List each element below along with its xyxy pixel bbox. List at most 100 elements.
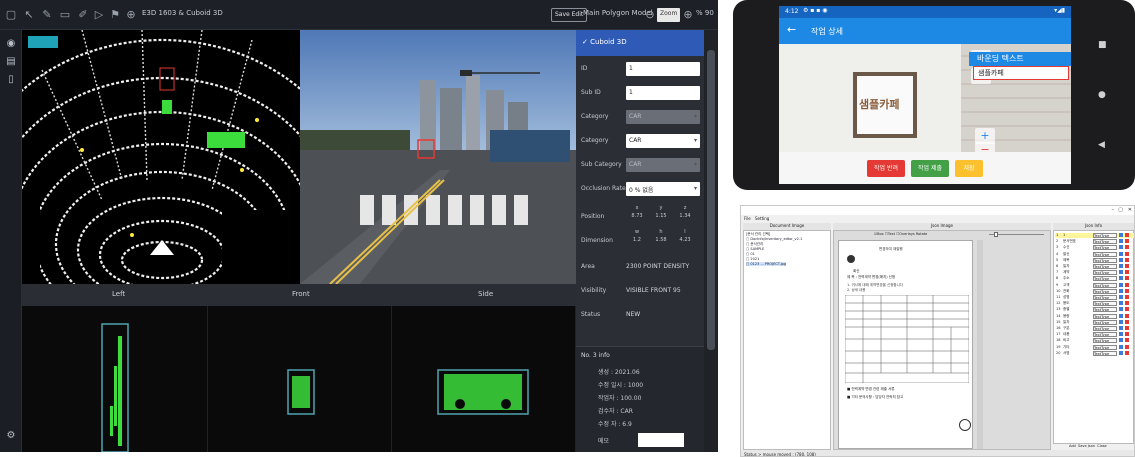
json-row[interactable]: 14 용량 TextType: [1055, 313, 1134, 319]
row-type-select[interactable]: TextType: [1093, 344, 1117, 350]
json-row[interactable]: 19 기타 TextType: [1055, 344, 1134, 350]
json-row[interactable]: 16 구분 TextType: [1055, 326, 1134, 331]
zoom-slider-handle[interactable]: [994, 232, 998, 237]
square-icon[interactable]: ▢: [4, 8, 18, 22]
row-type-select[interactable]: TextType: [1093, 276, 1117, 282]
delete-icon[interactable]: [1125, 350, 1129, 355]
json-row[interactable]: 13 종별 TextType: [1055, 307, 1134, 313]
row-key[interactable]: 전화: [1063, 289, 1089, 294]
dimension-l[interactable]: 4.23: [679, 237, 690, 243]
back-nav-icon[interactable]: ◀: [1098, 140, 1105, 150]
delete-icon[interactable]: [1125, 332, 1129, 337]
row-type-select[interactable]: TextType: [1093, 251, 1117, 257]
row-type-select[interactable]: TextType: [1093, 270, 1117, 276]
edit-icon[interactable]: [1119, 282, 1123, 287]
edit-icon[interactable]: [1119, 301, 1123, 306]
delete-icon[interactable]: [1125, 276, 1129, 281]
json-row[interactable]: 3 수신 TextType: [1055, 245, 1134, 251]
edit-icon[interactable]: [1119, 319, 1123, 324]
brush-icon[interactable]: ✐: [76, 8, 90, 22]
row-key[interactable]: 고객: [1063, 283, 1089, 288]
row-key[interactable]: 일자: [1063, 264, 1089, 269]
delete-icon[interactable]: [1125, 251, 1129, 256]
edit-icon[interactable]: [1119, 288, 1123, 293]
row-type-select[interactable]: TextType: [1093, 264, 1117, 269]
arrow-left-icon[interactable]: ←: [787, 23, 796, 36]
tree-item[interactable]: ▢ DocInfo/Inventory_edtor_v2.1: [746, 237, 802, 241]
row-key[interactable]: 발신: [1063, 252, 1089, 257]
delete-icon[interactable]: [1125, 295, 1129, 299]
edit-icon[interactable]: [1119, 307, 1123, 312]
row-key[interactable]: 기타: [1063, 345, 1089, 350]
edit-icon[interactable]: [1119, 338, 1123, 343]
square-nav-icon[interactable]: ■: [1098, 40, 1107, 50]
tree-item[interactable]: ▢ SAMPLE: [746, 247, 764, 251]
edit-icon[interactable]: [1119, 233, 1123, 237]
position-y[interactable]: 1.15: [655, 213, 666, 219]
file-icon[interactable]: ▯: [5, 74, 17, 86]
row-type-select[interactable]: TextType: [1093, 239, 1117, 245]
delete-icon[interactable]: [1125, 245, 1129, 250]
row-type-select[interactable]: TextType: [1093, 332, 1117, 338]
delete-icon[interactable]: [1125, 319, 1129, 324]
reject-button[interactable]: 작업 반려: [867, 160, 905, 177]
zoom-input[interactable]: Zoom: [657, 8, 681, 22]
row-key[interactable]: 구분: [1063, 326, 1089, 331]
json-row[interactable]: 2 문서번호 TextType: [1055, 239, 1134, 245]
row-type-select[interactable]: TextType: [1093, 319, 1117, 325]
play-icon[interactable]: ▷: [92, 8, 106, 22]
edit-icon[interactable]: [1119, 344, 1123, 349]
row-key[interactable]: 제목: [1063, 258, 1089, 263]
layers-icon[interactable]: ▤: [5, 56, 17, 68]
row-key[interactable]: 수신: [1063, 245, 1089, 250]
add-button[interactable]: Add: [1069, 444, 1076, 448]
row-type-select[interactable]: TextType: [1093, 350, 1117, 356]
edit-icon[interactable]: [1119, 251, 1123, 256]
save-json-button[interactable]: Save Json: [1078, 444, 1095, 448]
camera-front-view[interactable]: [300, 30, 576, 284]
row-key[interactable]: 내용: [1063, 332, 1089, 337]
json-row[interactable]: 4 발신 TextType: [1055, 251, 1134, 257]
delete-icon[interactable]: [1125, 313, 1129, 318]
position-x[interactable]: 8.73: [631, 213, 642, 219]
settings-icon[interactable]: ⚙: [5, 430, 17, 442]
delete-icon[interactable]: [1125, 239, 1129, 244]
minus-circle-icon[interactable]: ⊖: [643, 8, 657, 22]
submit-button[interactable]: 작업 제출: [911, 160, 949, 177]
minus-icon[interactable]: −: [975, 142, 995, 152]
plus-circle-icon[interactable]: ⊕: [681, 8, 695, 22]
json-row[interactable]: 6 일자 TextType: [1055, 264, 1134, 269]
row-type-select[interactable]: TextType: [1093, 245, 1117, 251]
pen-icon[interactable]: ✎: [40, 8, 54, 22]
json-row[interactable]: 15 일자 TextType: [1055, 319, 1134, 325]
row-key[interactable]: 일자: [1063, 320, 1089, 325]
dimension-h[interactable]: 1.58: [655, 237, 666, 243]
row-key[interactable]: 비고: [1063, 338, 1089, 343]
position-z[interactable]: 1.34: [679, 213, 690, 219]
row-key[interactable]: 종별: [1063, 307, 1089, 312]
delete-icon[interactable]: [1125, 307, 1129, 312]
row-type-select[interactable]: TextType: [1093, 313, 1117, 319]
row-type-select[interactable]: TextType: [1093, 233, 1117, 238]
tree-item-selected[interactable]: ▢ 0123 ... PROJECT.jpg: [746, 262, 787, 266]
menu-file[interactable]: File: [744, 216, 751, 221]
edit-icon[interactable]: [1119, 245, 1123, 250]
left-sub-view[interactable]: [22, 306, 208, 452]
json-row[interactable]: 5 제목 TextType: [1055, 257, 1134, 263]
json-row[interactable]: 18 비고 TextType: [1055, 338, 1134, 344]
row-key[interactable]: 성명: [1063, 295, 1089, 300]
row-type-select[interactable]: TextType: [1093, 338, 1117, 344]
json-row[interactable]: 17 내용 TextType: [1055, 332, 1134, 338]
memo-input[interactable]: [638, 433, 684, 447]
json-row[interactable]: 10 전화 TextType: [1055, 288, 1134, 294]
category-select[interactable]: CAR ▾: [626, 134, 700, 148]
scroll-thumb[interactable]: [707, 50, 715, 350]
tree-item[interactable]: ▢ 2021: [746, 257, 759, 261]
json-row[interactable]: 11 성명 TextType: [1055, 295, 1134, 300]
row-key[interactable]: 주소: [1063, 276, 1089, 281]
dimension-w[interactable]: 1.2: [633, 237, 641, 243]
sub-id-input[interactable]: 1: [626, 86, 700, 100]
side-sub-view[interactable]: [392, 306, 576, 452]
json-row[interactable]: 9 고객 TextType: [1055, 282, 1134, 288]
row-key[interactable]: 용도: [1063, 301, 1089, 306]
